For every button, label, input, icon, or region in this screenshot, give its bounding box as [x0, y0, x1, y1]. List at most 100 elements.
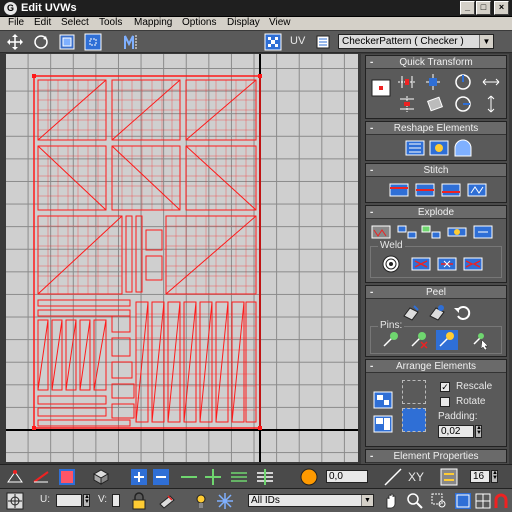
align-vertical-icon[interactable] — [396, 94, 418, 114]
edge-distance-input[interactable]: 16 — [470, 470, 490, 483]
soft-selection-icon[interactable] — [300, 468, 318, 486]
select-pins-icon[interactable] — [470, 330, 492, 350]
flatten-by-smoothing-icon[interactable] — [420, 222, 442, 242]
rollout-header[interactable]: - Reshape Elements — [366, 122, 506, 135]
polygon-mode-icon[interactable] — [58, 468, 76, 486]
edge-mode-icon[interactable] — [32, 468, 50, 486]
freeform-icon[interactable] — [84, 33, 102, 51]
pin-selected-icon[interactable] — [380, 330, 402, 350]
hide-icon[interactable] — [192, 492, 210, 510]
padding-spinner[interactable]: ▲ ▼ — [475, 425, 482, 438]
auto-pin-icon[interactable] — [436, 330, 458, 350]
unpin-selected-icon[interactable] — [408, 330, 430, 350]
zoom-icon[interactable] — [406, 492, 424, 510]
u-input[interactable] — [56, 494, 82, 507]
loop-icon[interactable] — [180, 468, 198, 486]
rollout-header[interactable]: - Stitch — [366, 164, 506, 177]
arch-icon[interactable] — [452, 138, 474, 158]
falloff-type-icon[interactable] — [384, 468, 402, 486]
pixel-snap-icon[interactable] — [492, 492, 510, 510]
straighten-icon[interactable] — [404, 138, 426, 158]
xy-label[interactable]: XY — [408, 470, 424, 484]
material-id-dropdown[interactable]: All IDs ▼ — [248, 494, 374, 507]
falloff-input[interactable]: 0,0 — [326, 470, 368, 483]
rollout-header[interactable]: - Arrange Elements — [366, 360, 506, 373]
rollout-header[interactable]: - Explode — [366, 206, 506, 219]
menu-display[interactable]: Display — [227, 17, 260, 29]
peel-mode-icon[interactable] — [426, 302, 448, 322]
reset-peel-icon[interactable] — [452, 302, 474, 322]
rollout-header[interactable]: - Peel — [366, 286, 506, 299]
edge-distance-spinner[interactable]: ▲ ▼ — [491, 470, 498, 483]
chevron-down-icon[interactable]: ▼ — [479, 35, 493, 48]
stitch-average-icon[interactable] — [414, 180, 436, 200]
menu-file[interactable]: File — [8, 17, 24, 29]
edge-distance-icon[interactable] — [440, 468, 458, 486]
weld-all-icon[interactable] — [436, 254, 458, 274]
align-top-icon[interactable] — [422, 72, 444, 92]
space-vertical-icon[interactable] — [480, 94, 502, 114]
space-horizontal-icon[interactable] — [480, 72, 502, 92]
shrink-selection-icon[interactable] — [152, 468, 170, 486]
minimize-icon[interactable]: _ — [460, 1, 475, 15]
menu-edit[interactable]: Edit — [34, 17, 51, 29]
u-spinner[interactable]: ▲ ▼ — [83, 494, 90, 507]
stitch-source-icon[interactable] — [388, 180, 410, 200]
uv-viewport[interactable] — [6, 54, 358, 462]
uv-label[interactable]: UV — [290, 35, 305, 47]
weld-edges-icon[interactable] — [462, 254, 484, 274]
show-map-icon[interactable] — [264, 33, 282, 51]
grid-snap-icon[interactable] — [474, 492, 492, 510]
close-icon[interactable]: × — [494, 1, 509, 15]
vertex-mode-icon[interactable] — [6, 468, 24, 486]
relax-icon[interactable] — [428, 138, 450, 158]
quick-peel-icon[interactable] — [400, 302, 422, 322]
weld-selected-icon[interactable] — [410, 254, 432, 274]
target-weld-icon[interactable] — [380, 254, 402, 274]
menu-options[interactable]: Options — [182, 17, 216, 29]
texture-list-icon[interactable] — [316, 35, 330, 49]
menu-mapping[interactable]: Mapping — [134, 17, 172, 29]
scale-icon[interactable] — [58, 33, 76, 51]
freeze-icon[interactable] — [216, 492, 234, 510]
pack-custom-icon[interactable] — [372, 414, 394, 434]
loop-grow-icon[interactable] — [204, 468, 222, 486]
zoom-extents-icon[interactable] — [454, 492, 472, 510]
move-icon[interactable] — [6, 33, 24, 51]
v-input[interactable] — [112, 494, 120, 507]
menu-tools[interactable]: Tools — [99, 17, 122, 29]
pan-icon[interactable] — [382, 492, 400, 510]
ring-grow-icon[interactable] — [256, 468, 274, 486]
rotate-ccw-icon[interactable] — [452, 94, 474, 114]
lock-icon[interactable] — [130, 492, 148, 510]
stitch-target-icon[interactable] — [440, 180, 462, 200]
zoom-region-icon[interactable] — [430, 492, 448, 510]
stitch-custom-icon[interactable] — [466, 180, 488, 200]
grow-selection-icon[interactable] — [130, 468, 148, 486]
flatten-by-polygon-icon[interactable] — [396, 222, 418, 242]
app-logo-icon[interactable]: G — [4, 2, 17, 15]
align-to-center-icon[interactable] — [370, 78, 392, 98]
select-element-icon[interactable] — [92, 468, 110, 486]
rollout-header[interactable]: - Quick Transform — [366, 56, 506, 69]
rotate-cw-icon[interactable] — [452, 72, 474, 92]
pack-preview-top[interactable] — [402, 380, 426, 404]
ring-icon[interactable] — [230, 468, 248, 486]
bitmap-seams-icon[interactable] — [472, 222, 494, 242]
break-icon[interactable] — [370, 222, 392, 242]
rescale-checkbox[interactable]: ✓ — [440, 382, 450, 392]
uv-wireframe[interactable] — [6, 54, 358, 462]
menu-view[interactable]: View — [269, 17, 291, 29]
padding-input[interactable]: 0,02 — [438, 425, 474, 438]
maximize-icon[interactable]: □ — [476, 1, 491, 15]
texture-dropdown[interactable]: CheckerPattern ( Checker ) ▼ — [338, 34, 494, 49]
filter-selected-icon[interactable] — [158, 492, 176, 510]
absolute-offset-icon[interactable] — [6, 492, 24, 510]
pack-preview-bottom[interactable] — [402, 408, 426, 432]
chevron-down-icon[interactable]: ▼ — [361, 495, 373, 506]
align-horizontal-icon[interactable] — [396, 72, 418, 92]
pack-normalize-icon[interactable] — [372, 390, 394, 410]
flatten-by-material-icon[interactable] — [446, 222, 468, 242]
menu-select[interactable]: Select — [61, 17, 89, 29]
rotate-element-icon[interactable] — [424, 94, 446, 114]
